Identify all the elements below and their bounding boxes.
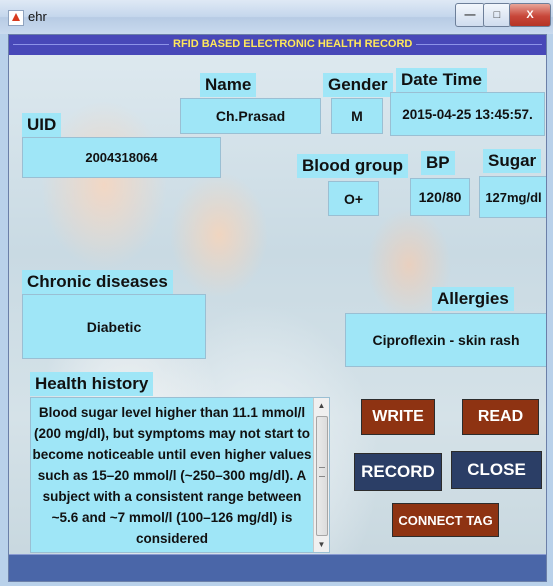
- panel-footer-bar: [9, 554, 546, 581]
- bp-field: 120/80: [410, 178, 470, 216]
- close-button[interactable]: CLOSE: [451, 451, 542, 489]
- panel-title: RFID BASED ELECTRONIC HEALTH RECORD: [169, 38, 417, 50]
- read-button[interactable]: READ: [462, 399, 539, 435]
- scroll-up-arrow-icon[interactable]: ▲: [314, 398, 329, 413]
- minimize-button[interactable]: —: [455, 3, 485, 27]
- health-history-textarea[interactable]: Blood sugar level higher than 11.1 mmol/…: [30, 397, 330, 553]
- datetime-field: 2015-04-25 13:45:57.: [390, 92, 545, 136]
- title-bar: ehr — □ X: [0, 0, 553, 34]
- health-history-text: Blood sugar level higher than 11.1 mmol/…: [32, 405, 312, 546]
- uid-field: 2004318064: [22, 137, 221, 178]
- connect-tag-button[interactable]: CONNECT TAG: [392, 503, 499, 537]
- sugar-field: 127mg/dl: [479, 176, 546, 218]
- scroll-down-arrow-icon[interactable]: ▼: [314, 537, 329, 552]
- gender-label: Gender: [323, 73, 393, 97]
- ehr-window: ehr — □ X RFID BASED ELECTRONIC HEALTH R…: [0, 0, 553, 586]
- close-window-button[interactable]: X: [509, 3, 551, 27]
- scrollbar-thumb[interactable]: [316, 416, 328, 536]
- history-scrollbar[interactable]: ▲ ▼: [313, 398, 329, 552]
- name-label: Name: [200, 73, 257, 97]
- chronic-diseases-label: Chronic diseases: [22, 270, 173, 294]
- blood-group-field: O+: [328, 181, 379, 216]
- datetime-label: Date Time: [396, 68, 487, 92]
- chronic-diseases-field: Diabetic: [22, 294, 206, 359]
- matlab-app-icon: [8, 10, 24, 26]
- window-title: ehr: [28, 9, 47, 24]
- uid-label: UID: [22, 113, 62, 137]
- health-history-label: Health history: [30, 372, 154, 396]
- allergies-label: Allergies: [432, 287, 514, 311]
- name-field: Ch.Prasad: [180, 98, 321, 134]
- gender-field: M: [331, 98, 383, 134]
- allergies-field: Ciproflexin - skin rash: [345, 313, 546, 367]
- maximize-button[interactable]: □: [483, 3, 511, 27]
- main-panel: RFID BASED ELECTRONIC HEALTH RECORD UID …: [8, 34, 547, 582]
- blood-group-label: Blood group: [297, 154, 409, 178]
- sugar-label: Sugar: [483, 149, 542, 173]
- write-button[interactable]: WRITE: [361, 399, 435, 435]
- record-button[interactable]: RECORD: [354, 453, 442, 491]
- bp-label: BP: [421, 151, 455, 175]
- panel-header-bar: RFID BASED ELECTRONIC HEALTH RECORD: [9, 35, 546, 55]
